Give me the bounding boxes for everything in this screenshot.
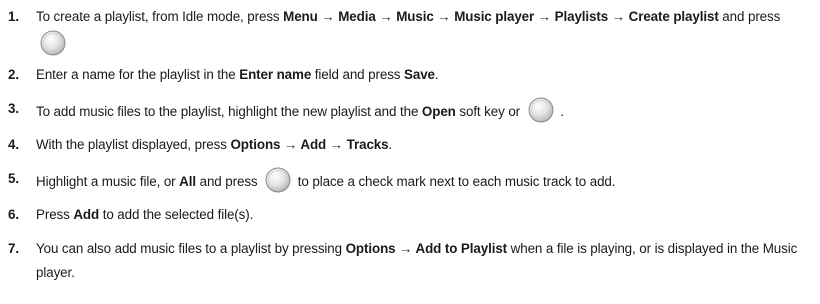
step-number: 2. xyxy=(8,67,19,82)
center-select-key-icon xyxy=(528,97,554,123)
step-text-segment: To add music files to the playlist, high… xyxy=(36,103,422,119)
step-text: Press Add to add the selected file(s). xyxy=(36,203,806,228)
center-select-key-icon xyxy=(40,30,66,56)
bold-command-text: Enter name xyxy=(239,67,312,82)
step-text-segment: and press xyxy=(195,173,262,189)
step-text-segment: Press xyxy=(36,207,74,222)
bold-command-text: Open xyxy=(421,103,456,119)
step-text-segment: to add the selected file(s). xyxy=(99,207,254,222)
step-item: 6. Press Add to add the selected file(s). xyxy=(8,203,806,228)
step-text: To create a playlist, from Idle mode, pr… xyxy=(36,5,806,57)
step-number: 1. xyxy=(8,9,19,24)
step-item: 1. To create a playlist, from Idle mode, … xyxy=(8,5,806,57)
instruction-steps-list: 1. To create a playlist, from Idle mode, … xyxy=(8,5,806,286)
step-text-segment: soft key or xyxy=(455,103,524,119)
step-number: 6. xyxy=(8,207,19,222)
step-item: 3. To add music files to the playlist, hi… xyxy=(8,97,806,125)
step-text: With the playlist displayed, press Optio… xyxy=(36,133,806,158)
bold-command-text: Save xyxy=(404,67,435,82)
step-text-segment: field and press xyxy=(311,67,405,82)
step-text-segment: . xyxy=(556,103,564,119)
manual-page: 1. To create a playlist, from Idle mode, … xyxy=(0,0,820,304)
step-text: Enter a name for the playlist in the Ent… xyxy=(36,63,806,88)
step-item: 5. Highlight a music file, or All and pre… xyxy=(8,167,806,195)
step-text-segment: To create a playlist, from Idle mode, pr… xyxy=(36,9,284,24)
step-text-segment: With the playlist displayed, press xyxy=(36,137,231,152)
step-text: Highlight a music file, or All and press… xyxy=(36,167,806,195)
step-text-segment: . xyxy=(388,137,393,152)
step-text: You can also add music files to a playli… xyxy=(36,237,806,286)
step-text-segment: and press xyxy=(718,9,781,24)
step-text-segment: You can also add music files to a playli… xyxy=(36,240,346,256)
bold-command-text: Menu → Media → Music → Music player → Pl… xyxy=(283,9,719,24)
step-item: 2. Enter a name for the playlist in the E… xyxy=(8,63,806,88)
bold-command-text: All xyxy=(179,173,196,189)
step-number: 3. xyxy=(8,100,19,116)
step-text-segment: Enter a name for the playlist in the xyxy=(36,67,240,82)
step-text-segment: . xyxy=(434,67,439,82)
bold-command-text: Options → Add → Tracks xyxy=(230,137,389,152)
step-item: 7. You can also add music files to a play… xyxy=(8,237,806,286)
center-select-key-icon xyxy=(265,167,291,193)
step-number: 5. xyxy=(8,170,19,186)
step-text: To add music files to the playlist, high… xyxy=(36,97,806,125)
step-text-segment: to place a check mark next to each music… xyxy=(294,173,616,189)
step-item: 4. With the playlist displayed, press Opt… xyxy=(8,133,806,158)
step-number: 4. xyxy=(8,137,19,152)
step-text-segment: Highlight a music file, or xyxy=(36,173,180,189)
bold-command-text: Options → Add to Playlist xyxy=(345,240,508,256)
step-number: 7. xyxy=(8,240,19,256)
bold-command-text: Add xyxy=(73,207,100,222)
